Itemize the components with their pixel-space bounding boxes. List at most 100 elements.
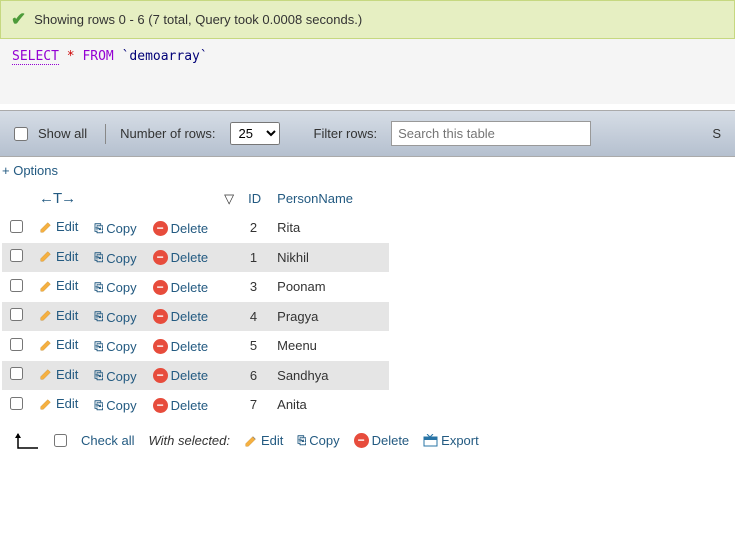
bulk-export-button[interactable]: Export	[423, 433, 479, 448]
copy-icon: ⎘	[94, 222, 103, 236]
cell-id: 1	[240, 243, 269, 273]
sort-arrows-icon[interactable]: ←T→	[39, 190, 75, 207]
copy-icon: ⎘	[94, 340, 103, 354]
delete-icon: −	[153, 280, 168, 295]
row-edit-button[interactable]: Edit	[39, 396, 78, 411]
check-all-link[interactable]: Check all	[81, 433, 134, 448]
table-row: Edit ⎘Copy −Delete 4Pragya	[2, 302, 389, 332]
bulk-delete-button[interactable]: − Delete	[354, 433, 410, 448]
row-edit-label: Edit	[56, 278, 78, 293]
check-all-checkbox[interactable]	[54, 434, 67, 447]
row-copy-button[interactable]: ⎘Copy	[94, 221, 136, 236]
delete-icon: −	[153, 368, 168, 383]
pencil-icon	[244, 434, 258, 448]
row-delete-button[interactable]: −Delete	[153, 280, 209, 295]
row-checkbox[interactable]	[10, 279, 23, 292]
row-copy-button[interactable]: ⎘Copy	[94, 339, 136, 354]
row-checkbox[interactable]	[10, 397, 23, 410]
cell-id: 7	[240, 390, 269, 420]
bulk-export-label: Export	[441, 433, 479, 448]
row-delete-button[interactable]: −Delete	[153, 398, 209, 413]
row-copy-button[interactable]: ⎘Copy	[94, 280, 136, 295]
bulk-actions-bar: Check all With selected: Edit ⎘ Copy − D…	[0, 420, 735, 462]
num-rows-label: Number of rows:	[120, 126, 215, 141]
bulk-copy-label: Copy	[309, 433, 339, 448]
row-delete-button[interactable]: −Delete	[153, 221, 209, 236]
row-checkbox[interactable]	[10, 249, 23, 262]
cell-personname: Anita	[269, 390, 389, 420]
row-delete-label: Delete	[171, 398, 209, 413]
row-copy-label: Copy	[106, 339, 136, 354]
pencil-icon	[39, 397, 53, 411]
table-row: Edit⎘Copy−Delete3Poonam	[2, 272, 389, 302]
row-edit-button[interactable]: Edit	[39, 308, 78, 323]
cell-id: 5	[240, 331, 269, 361]
row-edit-button[interactable]: Edit	[39, 278, 78, 293]
row-delete-button[interactable]: −Delete	[153, 309, 209, 324]
row-copy-button[interactable]: ⎘Copy	[94, 310, 136, 325]
row-edit-button[interactable]: Edit	[39, 249, 78, 264]
show-all-checkbox[interactable]	[14, 127, 28, 141]
row-checkbox[interactable]	[10, 220, 23, 233]
cell-id: 4	[240, 302, 269, 332]
row-checkbox[interactable]	[10, 308, 23, 321]
success-text: Showing rows 0 - 6 (7 total, Query took …	[34, 12, 362, 27]
sql-select-keyword: SELECT	[12, 49, 59, 65]
copy-icon: ⎘	[94, 369, 103, 383]
row-delete-button[interactable]: −Delete	[153, 368, 209, 383]
copy-icon: ⎘	[94, 281, 103, 295]
sql-table-name: `demoarray`	[122, 49, 208, 64]
check-icon: ✔	[11, 9, 26, 30]
row-copy-button[interactable]: ⎘Copy	[94, 251, 136, 266]
row-edit-button[interactable]: Edit	[39, 367, 78, 382]
row-copy-label: Copy	[106, 369, 136, 384]
bulk-edit-label: Edit	[261, 433, 283, 448]
delete-icon: −	[153, 309, 168, 324]
row-edit-label: Edit	[56, 367, 78, 382]
column-header-id[interactable]: ID	[240, 184, 269, 213]
row-edit-label: Edit	[56, 337, 78, 352]
row-edit-label: Edit	[56, 219, 78, 234]
row-delete-label: Delete	[171, 280, 209, 295]
with-selected-label: With selected:	[148, 433, 230, 448]
row-delete-label: Delete	[171, 339, 209, 354]
column-header-personname[interactable]: PersonName	[269, 184, 389, 213]
sql-star: *	[67, 49, 75, 64]
filter-rows-input[interactable]	[391, 121, 591, 146]
row-edit-label: Edit	[56, 308, 78, 323]
sort-caret-icon[interactable]: ▽	[224, 191, 234, 206]
row-checkbox[interactable]	[10, 338, 23, 351]
cell-personname: Pragya	[269, 302, 389, 332]
cell-id: 2	[240, 213, 269, 243]
options-link[interactable]: + Options	[0, 157, 735, 184]
bulk-copy-button[interactable]: ⎘ Copy	[297, 433, 339, 448]
row-checkbox[interactable]	[10, 367, 23, 380]
cell-personname: Poonam	[269, 272, 389, 302]
row-copy-label: Copy	[106, 398, 136, 413]
table-row: Edit⎘Copy−Delete6Sandhya	[2, 361, 389, 391]
copy-icon: ⎘	[94, 251, 103, 265]
bulk-delete-label: Delete	[372, 433, 410, 448]
num-rows-select[interactable]: 25	[230, 122, 280, 145]
row-copy-label: Copy	[106, 280, 136, 295]
pencil-icon	[39, 308, 53, 322]
row-copy-button[interactable]: ⎘Copy	[94, 398, 136, 413]
row-edit-button[interactable]: Edit	[39, 219, 78, 234]
row-delete-button[interactable]: −Delete	[153, 339, 209, 354]
table-row: Edit ⎘Copy −Delete 2Rita	[2, 213, 389, 243]
pencil-icon	[39, 367, 53, 381]
cell-personname: Nikhil	[269, 243, 389, 273]
show-all-label: Show all	[38, 126, 87, 141]
row-copy-button[interactable]: ⎘Copy	[94, 369, 136, 384]
cell-id: 6	[240, 361, 269, 391]
bulk-edit-button[interactable]: Edit	[244, 433, 283, 448]
row-edit-button[interactable]: Edit	[39, 337, 78, 352]
cell-personname: Rita	[269, 213, 389, 243]
row-delete-button[interactable]: −Delete	[153, 250, 209, 265]
export-icon	[423, 434, 438, 447]
delete-icon: −	[153, 398, 168, 413]
row-copy-label: Copy	[106, 221, 136, 236]
delete-icon: −	[354, 433, 369, 448]
pencil-icon	[39, 220, 53, 234]
row-delete-label: Delete	[171, 250, 209, 265]
